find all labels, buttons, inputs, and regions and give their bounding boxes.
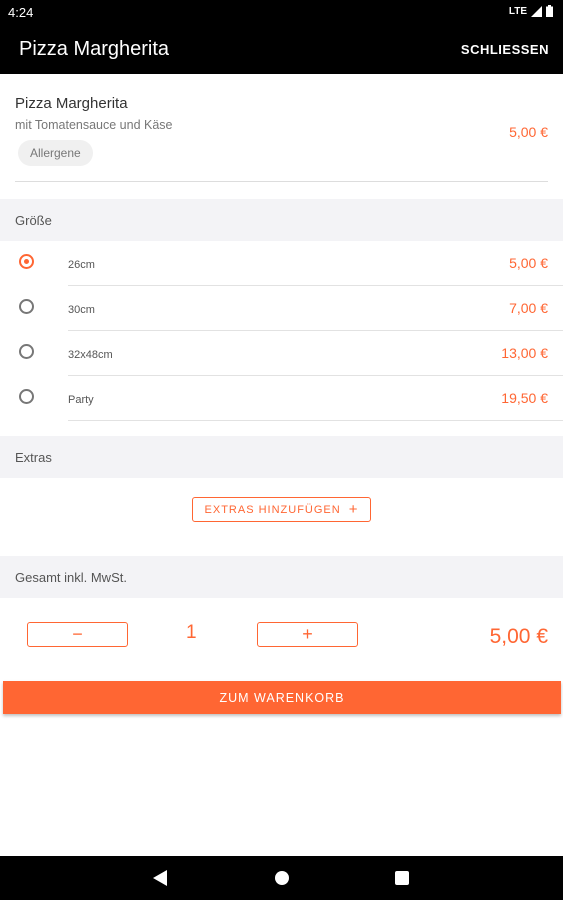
total-price: 5,00 € (489, 625, 548, 648)
size-section-header: Größe (0, 199, 563, 241)
product-description: mit Tomatensauce und Käse (15, 118, 173, 132)
recents-icon[interactable] (395, 870, 409, 886)
navigation-bar (0, 856, 563, 900)
add-extras-label: EXTRAS HINZUFÜGEN (204, 503, 341, 516)
increase-quantity-button[interactable]: + (257, 622, 358, 647)
radio-button-selected[interactable] (19, 254, 34, 269)
size-option-32x48cm[interactable]: 32x48cm 13,00 € (0, 331, 563, 376)
size-option-30cm[interactable]: 30cm 7,00 € (0, 286, 563, 331)
extras-section-title: Extras (15, 450, 52, 465)
size-option-label: 26cm (68, 259, 95, 271)
extras-section-header: Extras (0, 436, 563, 478)
back-icon[interactable] (153, 870, 167, 886)
home-icon[interactable] (274, 870, 290, 886)
size-option-price: 7,00 € (509, 300, 548, 316)
plus-icon: + (348, 501, 359, 518)
minus-icon: − (72, 624, 83, 644)
size-option-price: 13,00 € (501, 345, 548, 361)
network-type: LTE (508, 5, 527, 17)
add-to-cart-button[interactable]: ZUM WARENKORB (3, 681, 561, 714)
status-time: 4:24 (8, 5, 34, 20)
status-icons: LTE (509, 5, 553, 17)
size-option-party[interactable]: Party 19,50 € (0, 376, 563, 421)
size-option-price: 19,50 € (501, 390, 548, 406)
quantity-value: 1 (186, 622, 197, 643)
size-option-26cm[interactable]: 26cm 5,00 € (0, 241, 563, 286)
app-bar: Pizza Margherita SCHLIESSEN (0, 24, 563, 74)
total-section-header: Gesamt inkl. MwSt. (0, 556, 563, 598)
radio-button[interactable] (19, 389, 34, 404)
page-title: Pizza Margherita (19, 38, 170, 60)
battery-icon (546, 5, 553, 17)
signal-icon (531, 5, 542, 17)
divider (68, 420, 563, 421)
plus-icon: + (302, 624, 313, 644)
add-extras-button[interactable]: EXTRAS HINZUFÜGEN + (192, 497, 371, 522)
total-section-title: Gesamt inkl. MwSt. (15, 570, 127, 585)
size-option-label: Party (68, 394, 94, 406)
size-option-label: 32x48cm (68, 349, 113, 361)
allergene-chip[interactable]: Allergene (18, 140, 93, 166)
add-to-cart-label: ZUM WARENKORB (219, 690, 345, 705)
product-price: 5,00 € (509, 124, 548, 140)
divider (15, 181, 548, 182)
product-card: Pizza Margherita mit Tomatensauce und Kä… (0, 74, 563, 182)
status-bar: 4:24 LTE (0, 0, 563, 24)
size-options: 26cm 5,00 € 30cm 7,00 € 32x48cm 13,00 € … (0, 241, 563, 421)
radio-button[interactable] (19, 299, 34, 314)
decrease-quantity-button[interactable]: − (27, 622, 128, 647)
size-section-title: Größe (15, 213, 52, 228)
size-option-label: 30cm (68, 304, 95, 316)
product-name: Pizza Margherita (15, 95, 128, 112)
close-button[interactable]: SCHLIESSEN (461, 42, 549, 57)
radio-button[interactable] (19, 344, 34, 359)
size-option-price: 5,00 € (509, 255, 548, 271)
